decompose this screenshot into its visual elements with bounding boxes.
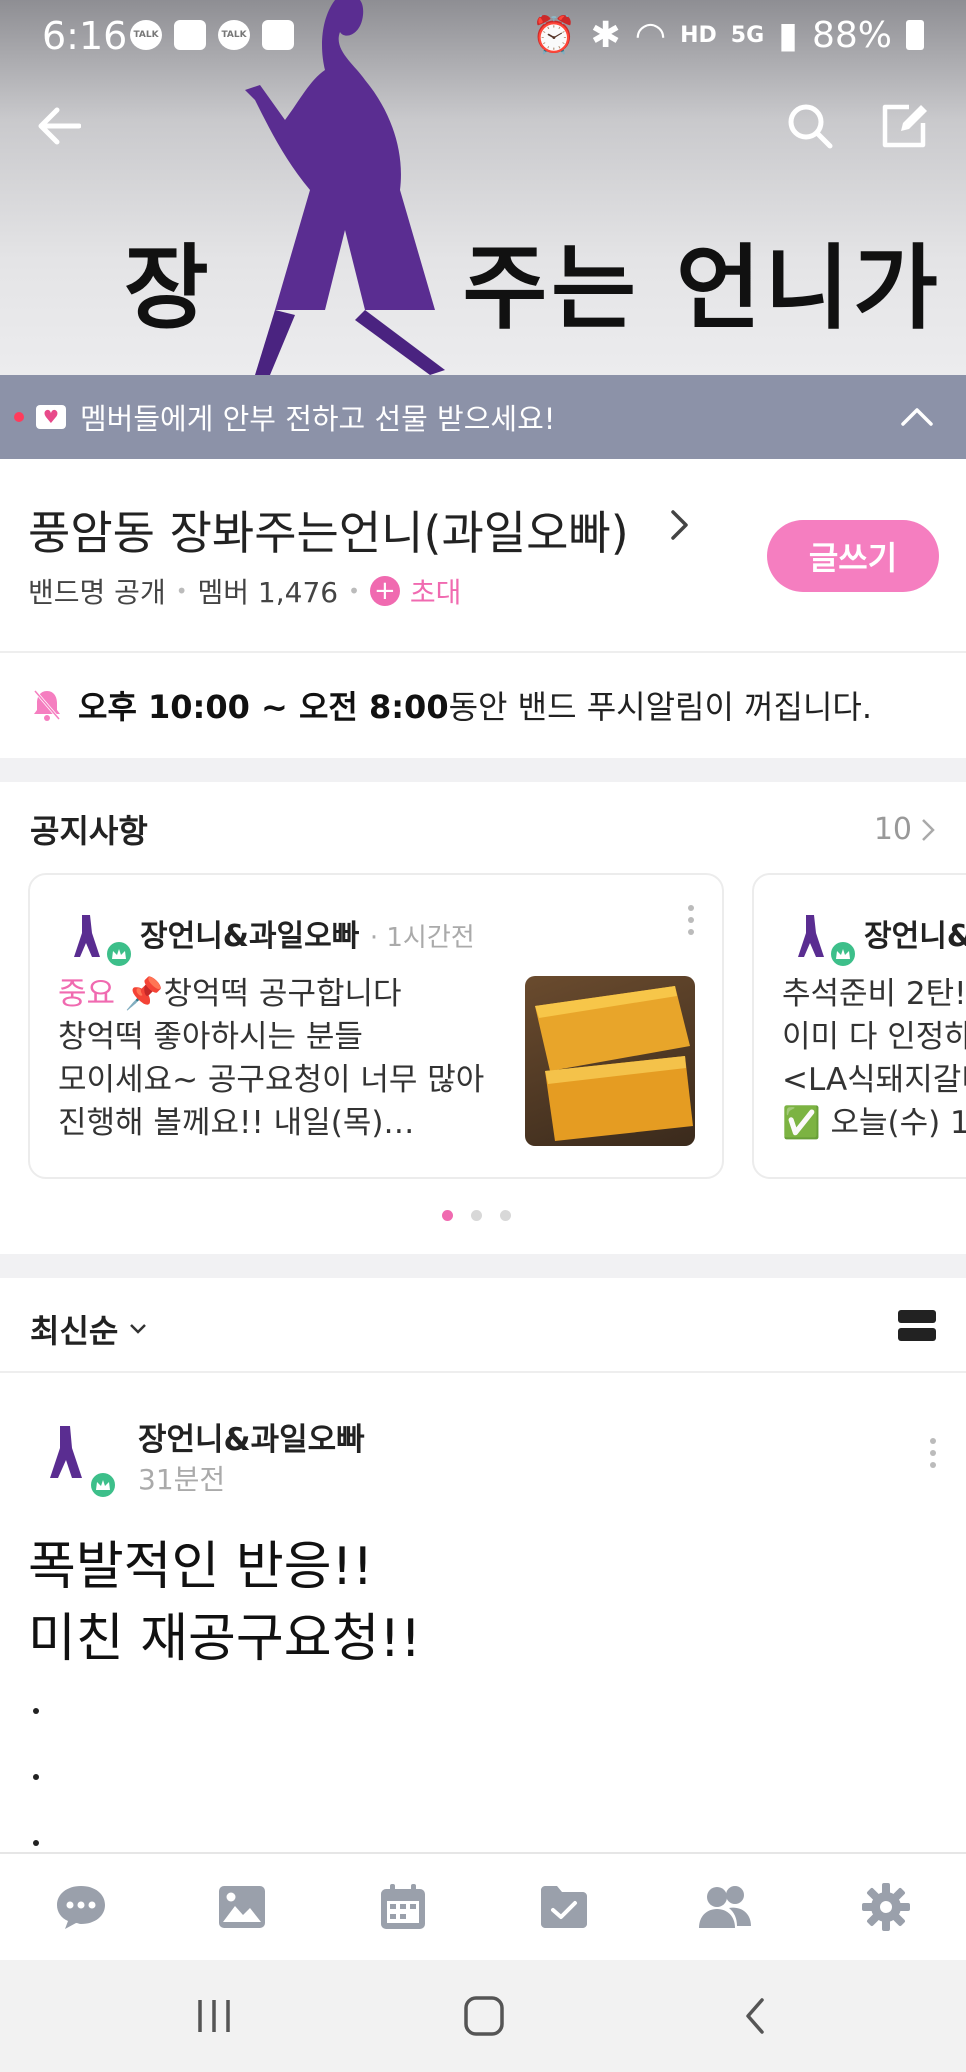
system-back-button[interactable] [740,1988,770,2044]
chevron-down-icon [130,1324,147,1334]
status-right-icons: ⏰ ✱ ◠ HD 5G ▮ 88% [532,14,924,56]
heart-envelope-icon: ♥ [36,405,66,429]
kakaotalk-notif-icon: TALK [130,20,162,50]
bullet [33,1840,39,1846]
tab-photos[interactable] [161,1854,322,1960]
tab-files[interactable] [483,1854,644,1960]
tab-calendar[interactable] [322,1854,483,1960]
write-button[interactable]: 글쓰기 [767,520,939,592]
instagram-notif-icon [174,20,206,50]
more-options-icon[interactable] [930,1438,936,1474]
home-button[interactable] [462,1988,506,2044]
status-time: 6:16 [42,14,128,58]
mute-text: 동안 밴드 푸시알림이 꺼집니다. [448,688,873,726]
bullet [33,1708,39,1714]
recents-button[interactable] [194,1988,234,2044]
push-mute-notice: 오후 10:00 ~ 오전 8:00 동안 밴드 푸시알림이 꺼집니다. [0,652,966,758]
notice-body: 중요 📌창억떡 공구합니다 창억떡 좋아하시는 분들 모이세요~ 공구요청이 너… [58,976,485,1141]
member-count[interactable]: 멤버 1,476 [198,571,339,611]
system-nav-bar [0,1960,966,2072]
banner-title: 장 주는 언니가 [124,235,942,342]
post-text-line-1: 폭발적인 반응!! [28,1537,374,1597]
band-info: 풍암동 장봐주는언니(과일오빠) 밴드명 공개 • 멤버 1,476 • + 초… [0,459,966,651]
notice-count: 10 [873,812,912,847]
search-button[interactable] [782,98,838,154]
crown-icon [104,939,134,969]
members-icon [698,1886,751,1928]
band-visibility: 밴드명 공개 [28,576,166,609]
band-screen: 장 주는 언니가 6:16 TALK TALK ⏰ ✱ ◠ HD 5G ▮ 88% [0,0,966,2072]
notice-card[interactable]: 장언니&과일오빠 · 1시간전 중요 📌창억떡 공구합니다 창억떡 좋아하시는 … [28,873,724,1179]
back-chevron-icon [746,1998,764,2034]
photo-icon [218,1886,265,1928]
back-arrow-icon [38,107,81,145]
new-dot-icon [14,412,24,422]
battery-icon [906,20,924,50]
bell-off-icon [33,690,61,721]
bullet [33,1774,39,1780]
status-bar: 6:16 TALK TALK ⏰ ✱ ◠ HD 5G ▮ 88% [0,0,966,72]
search-icon [788,104,833,149]
chevron-right-icon [922,818,935,841]
band-name[interactable]: 풍암동 장봐주는언니(과일오빠) [28,497,629,563]
tab-members[interactable] [644,1854,805,1960]
chevron-up-icon[interactable] [900,399,934,435]
carousel-dots [442,1210,511,1221]
view-mode-toggle[interactable] [898,1310,936,1346]
hd-voice-label: HD [680,22,717,48]
gear-icon [861,1883,910,1931]
write-icon [882,104,927,148]
wifi-icon: ◠ [634,14,667,56]
write-post-button[interactable] [876,98,932,154]
5g-label: 5G [730,22,765,48]
sort-dropdown[interactable]: 최신순 [30,1306,148,1352]
band-meta: 밴드명 공개 • 멤버 1,476 • + 초대 [28,571,461,611]
calendar-icon [380,1884,425,1929]
battery-percent: 88% [811,14,892,56]
bluetooth-icon: ✱ [590,14,621,56]
notice-author: 장언니& [864,919,966,954]
important-tag: 중요 [58,976,116,1012]
divider [0,1371,966,1373]
bottom-tab-bar [0,1852,966,1960]
alarm-icon: ⏰ [531,15,577,56]
signal-icon: ▮ [778,14,798,56]
post-text-line-2: 미친 재공구요청!! [28,1609,422,1669]
notice-body: 추석준비 2탄! 이미 다 인정하 <LA식돼지갈비 ✅ 오늘(수) 1 [782,976,966,1141]
notice-author: 장언니&과일오빠 · 1시간전 [140,919,475,954]
sort-label: 최신순 [30,1312,119,1350]
crown-icon [88,1470,118,1500]
notice-time: 1시간전 [386,923,475,953]
promo-banner[interactable]: ♥ 멤버들에게 안부 전하고 선물 받으세요! [0,375,966,459]
section-gap [0,1254,966,1278]
gallery-notif-icon [262,20,294,50]
mute-time-range: 오후 10:00 ~ 오전 8:00 [78,688,449,726]
recents-icon [198,2000,230,2032]
crown-icon [828,939,858,969]
folder-check-icon [540,1886,587,1928]
more-options-icon[interactable] [688,905,694,941]
chat-bubble-icon [56,1886,105,1929]
tab-settings[interactable] [805,1854,966,1960]
tab-chat[interactable] [0,1854,161,1960]
back-button[interactable] [30,98,86,154]
notice-count-link[interactable]: 10 [874,812,936,847]
chevron-right-icon[interactable] [668,507,692,543]
post-time: 31분전 [138,1463,226,1496]
notice-card-2[interactable]: 장언니& 추석준비 2탄! 이미 다 인정하 <LA식돼지갈비 ✅ 오늘(수) … [752,873,966,1179]
invite-link[interactable]: 초대 [410,571,462,611]
notice-section-title: 공지사항 [30,812,148,850]
notification-icons: TALK TALK [130,20,294,50]
home-icon [464,1996,504,2036]
plus-icon: + [369,576,400,606]
kakaotalk-notif-icon-2: TALK [218,20,250,50]
post-author-name[interactable]: 장언니&과일오빠 [138,1414,365,1459]
band-cover-banner: 장 주는 언니가 6:16 TALK TALK ⏰ ✱ ◠ HD 5G ▮ 88% [0,0,966,375]
section-gap [0,758,966,782]
promo-text: 멤버들에게 안부 전하고 선물 받으세요! [80,402,556,436]
rice-cake-thumbnail [525,976,695,1146]
